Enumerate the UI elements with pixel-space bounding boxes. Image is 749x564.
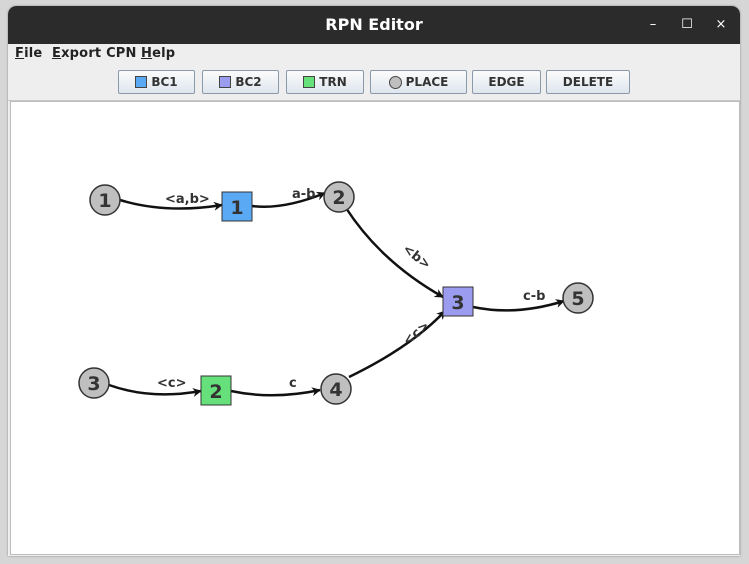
edge-label: <c> (157, 376, 187, 391)
place-button[interactable]: PLACE (370, 70, 467, 94)
place-node[interactable]: 1 (89, 184, 121, 216)
title-bar[interactable]: RPN Editor – ☐ × (8, 6, 740, 44)
place-node[interactable]: 3 (78, 367, 110, 399)
toolbar: BC1 BC2 TRN PLACE EDGE DELETE (8, 66, 740, 101)
transition-label: 1 (230, 197, 243, 219)
bc1-swatch-icon (135, 76, 148, 88)
place-label: PLACE (405, 75, 449, 89)
transition-label: 3 (451, 292, 464, 314)
close-button[interactable]: × (710, 14, 732, 36)
transition-label: 2 (209, 381, 222, 403)
edge-trn2-place4[interactable] (230, 387, 321, 397)
edge-place2-trn3[interactable] (344, 207, 444, 299)
menu-bar: File Export CPN Help (8, 44, 740, 66)
petri-net-graph: <a,b> a-b <b> <c> c <c> c-b 1 2 3 4 5 1 … (78, 181, 594, 406)
menu-file[interactable]: File (15, 46, 42, 61)
bc1-label: BC1 (151, 75, 178, 89)
bc2-button[interactable]: BC2 (202, 70, 279, 94)
delete-button[interactable]: DELETE (546, 70, 630, 94)
place-label: 2 (332, 187, 345, 209)
place-circle-icon (388, 75, 402, 89)
place-node[interactable]: 2 (323, 181, 355, 213)
edge-label: <c> (400, 318, 432, 348)
transition-node[interactable]: 2 (200, 375, 232, 406)
trn-swatch-icon (303, 76, 316, 88)
edge-label: EDGE (488, 75, 525, 89)
place-node[interactable]: 5 (562, 282, 594, 314)
app-window: RPN Editor – ☐ × File Export CPN Help BC… (8, 6, 740, 556)
place-label: 1 (98, 190, 111, 212)
place-label: 4 (329, 379, 342, 401)
trn-label: TRN (319, 75, 347, 89)
edge-trn3-place5[interactable] (472, 299, 565, 312)
minimize-button[interactable]: – (642, 14, 664, 36)
edge-place4-trn3[interactable] (348, 310, 446, 379)
bc1-button[interactable]: BC1 (118, 70, 195, 94)
edge-button[interactable]: EDGE (472, 70, 541, 94)
place-label: 5 (571, 288, 584, 310)
bc2-swatch-icon (219, 76, 232, 88)
bc2-label: BC2 (235, 75, 262, 89)
menu-help[interactable]: Help (141, 46, 175, 61)
edge-label: <a,b> (165, 192, 210, 207)
transition-node[interactable]: 1 (221, 191, 253, 222)
edge-place3-trn2[interactable] (108, 383, 202, 397)
place-label: 3 (87, 373, 100, 395)
edge-label: a-b (292, 187, 315, 202)
edge-label: <b> (400, 242, 434, 273)
maximize-button[interactable]: ☐ (676, 14, 698, 36)
place-node[interactable]: 4 (320, 373, 352, 405)
transition-node[interactable]: 3 (442, 286, 474, 317)
window-title: RPN Editor (325, 15, 423, 34)
menu-export-cpn[interactable]: Export CPN (52, 46, 137, 61)
graph-canvas[interactable]: <a,b> a-b <b> <c> c <c> c-b 1 2 3 4 5 1 … (10, 101, 740, 555)
edge-label: c-b (523, 289, 545, 304)
delete-label: DELETE (562, 75, 614, 89)
trn-button[interactable]: TRN (286, 70, 364, 94)
edge-label: c (289, 376, 297, 391)
